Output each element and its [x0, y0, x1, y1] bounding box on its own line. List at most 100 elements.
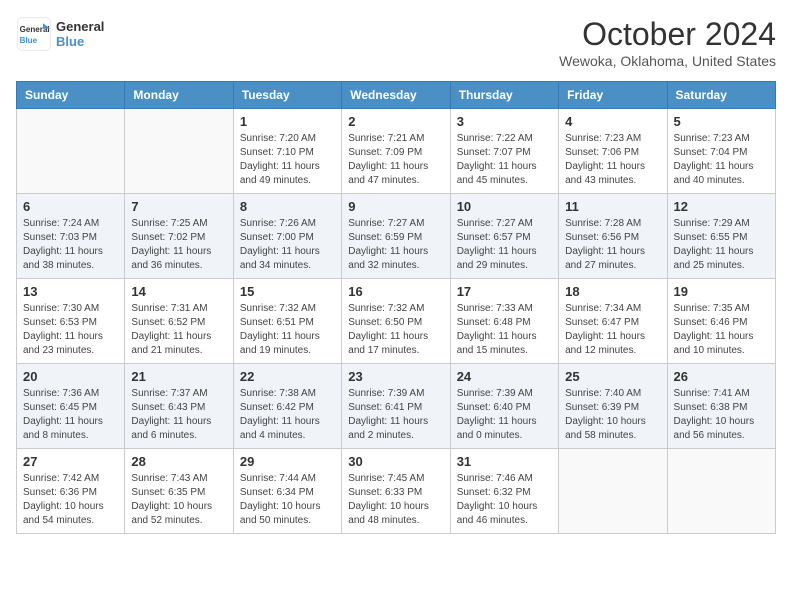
column-header-saturday: Saturday: [667, 82, 775, 109]
calendar-cell: 9 Sunrise: 7:27 AMSunset: 6:59 PMDaylight…: [342, 194, 450, 279]
day-number: 25: [565, 369, 660, 384]
day-number: 8: [240, 199, 335, 214]
calendar-cell: 29Sunrise: 7:44 AMSunset: 6:34 PMDayligh…: [233, 449, 341, 534]
day-number: 2: [348, 114, 443, 129]
day-number: 17: [457, 284, 552, 299]
day-info: Sunrise: 7:38 AMSunset: 6:42 PMDaylight:…: [240, 387, 335, 443]
calendar-cell: 1Sunrise: 7:20 AMSunset: 7:10 PMDaylight…: [233, 109, 341, 194]
logo-icon: General Blue: [16, 16, 52, 52]
day-info: Sunrise: 7:27 AMSunset: 6:57 PMDaylight:…: [457, 217, 552, 273]
day-info: Sunrise: 7:27 AMSunset: 6:59 PMDaylight:…: [348, 217, 443, 273]
day-number: 16: [348, 284, 443, 299]
column-header-friday: Friday: [559, 82, 667, 109]
calendar-cell: 31 Sunrise: 7:46 AMSunset: 6:32 PMDayligh…: [450, 449, 558, 534]
day-number: 21: [131, 369, 226, 384]
day-info: Sunrise: 7:42 AMSunset: 6:36 PMDaylight:…: [23, 472, 118, 528]
day-number: 6: [23, 199, 118, 214]
calendar-week-row: 13 Sunrise: 7:30 AMSunset: 6:53 PMDayligh…: [17, 279, 776, 364]
calendar-week-row: 27 Sunrise: 7:42 AMSunset: 6:36 PMDayligh…: [17, 449, 776, 534]
calendar-cell: 21 Sunrise: 7:37 AMSunset: 6:43 PMDayligh…: [125, 364, 233, 449]
column-header-wednesday: Wednesday: [342, 82, 450, 109]
calendar-cell: 22 Sunrise: 7:38 AMSunset: 6:42 PMDayligh…: [233, 364, 341, 449]
day-number: 19: [674, 284, 769, 299]
day-info: Sunrise: 7:29 AMSunset: 6:55 PMDaylight:…: [674, 217, 769, 273]
day-info: Sunrise: 7:35 AMSunset: 6:46 PMDaylight:…: [674, 302, 769, 358]
day-number: 24: [457, 369, 552, 384]
calendar-cell: 18 Sunrise: 7:34 AMSunset: 6:47 PMDayligh…: [559, 279, 667, 364]
day-number: 18: [565, 284, 660, 299]
calendar-cell: 12 Sunrise: 7:29 AMSunset: 6:55 PMDayligh…: [667, 194, 775, 279]
column-header-monday: Monday: [125, 82, 233, 109]
location: Wewoka, Oklahoma, United States: [559, 53, 776, 69]
calendar-cell: 20 Sunrise: 7:36 AMSunset: 6:45 PMDayligh…: [17, 364, 125, 449]
day-info: Sunrise: 7:39 AMSunset: 6:40 PMDaylight:…: [457, 387, 552, 443]
day-number: 10: [457, 199, 552, 214]
column-header-thursday: Thursday: [450, 82, 558, 109]
day-info: Sunrise: 7:30 AMSunset: 6:53 PMDaylight:…: [23, 302, 118, 358]
day-number: 30: [348, 454, 443, 469]
day-info: Sunrise: 7:20 AMSunset: 7:10 PMDaylight:…: [240, 132, 335, 188]
day-number: 9: [348, 199, 443, 214]
day-info: Sunrise: 7:33 AMSunset: 6:48 PMDaylight:…: [457, 302, 552, 358]
day-info: Sunrise: 7:32 AMSunset: 6:50 PMDaylight:…: [348, 302, 443, 358]
day-number: 13: [23, 284, 118, 299]
day-info: Sunrise: 7:26 AMSunset: 7:00 PMDaylight:…: [240, 217, 335, 273]
calendar-cell: 26 Sunrise: 7:41 AMSunset: 6:38 PMDayligh…: [667, 364, 775, 449]
calendar-cell: 6 Sunrise: 7:24 AMSunset: 7:03 PMDaylight…: [17, 194, 125, 279]
day-info: Sunrise: 7:23 AMSunset: 7:06 PMDaylight:…: [565, 132, 660, 188]
day-number: 14: [131, 284, 226, 299]
day-info: Sunrise: 7:25 AMSunset: 7:02 PMDaylight:…: [131, 217, 226, 273]
calendar-week-row: 20 Sunrise: 7:36 AMSunset: 6:45 PMDayligh…: [17, 364, 776, 449]
day-number: 20: [23, 369, 118, 384]
calendar-cell: 7 Sunrise: 7:25 AMSunset: 7:02 PMDaylight…: [125, 194, 233, 279]
calendar-cell: 2 Sunrise: 7:21 AMSunset: 7:09 PMDaylight…: [342, 109, 450, 194]
day-number: 5: [674, 114, 769, 129]
day-info: Sunrise: 7:45 AMSunset: 6:33 PMDaylight:…: [348, 472, 443, 528]
day-info: Sunrise: 7:40 AMSunset: 6:39 PMDaylight:…: [565, 387, 660, 443]
calendar-cell: 3Sunrise: 7:22 AMSunset: 7:07 PMDaylight…: [450, 109, 558, 194]
calendar-cell: [17, 109, 125, 194]
calendar-cell: 11 Sunrise: 7:28 AMSunset: 6:56 PMDayligh…: [559, 194, 667, 279]
day-info: Sunrise: 7:46 AMSunset: 6:32 PMDaylight:…: [457, 472, 552, 528]
day-info: Sunrise: 7:41 AMSunset: 6:38 PMDaylight:…: [674, 387, 769, 443]
calendar-cell: [559, 449, 667, 534]
calendar-cell: 4Sunrise: 7:23 AMSunset: 7:06 PMDaylight…: [559, 109, 667, 194]
day-info: Sunrise: 7:24 AMSunset: 7:03 PMDaylight:…: [23, 217, 118, 273]
calendar-cell: [125, 109, 233, 194]
calendar-cell: 15Sunrise: 7:32 AMSunset: 6:51 PMDayligh…: [233, 279, 341, 364]
calendar-cell: 10 Sunrise: 7:27 AMSunset: 6:57 PMDayligh…: [450, 194, 558, 279]
day-number: 31: [457, 454, 552, 469]
svg-text:Blue: Blue: [20, 36, 38, 45]
day-info: Sunrise: 7:21 AMSunset: 7:09 PMDaylight:…: [348, 132, 443, 188]
page-header: General Blue General Blue October 2024 W…: [16, 16, 776, 69]
calendar-cell: 28Sunrise: 7:43 AMSunset: 6:35 PMDayligh…: [125, 449, 233, 534]
day-number: 29: [240, 454, 335, 469]
day-info: Sunrise: 7:34 AMSunset: 6:47 PMDaylight:…: [565, 302, 660, 358]
calendar-cell: 24 Sunrise: 7:39 AMSunset: 6:40 PMDayligh…: [450, 364, 558, 449]
day-info: Sunrise: 7:43 AMSunset: 6:35 PMDaylight:…: [131, 472, 226, 528]
calendar-cell: 8 Sunrise: 7:26 AMSunset: 7:00 PMDaylight…: [233, 194, 341, 279]
column-header-tuesday: Tuesday: [233, 82, 341, 109]
day-number: 12: [674, 199, 769, 214]
calendar-cell: 27 Sunrise: 7:42 AMSunset: 6:36 PMDayligh…: [17, 449, 125, 534]
day-info: Sunrise: 7:31 AMSunset: 6:52 PMDaylight:…: [131, 302, 226, 358]
day-info: Sunrise: 7:23 AMSunset: 7:04 PMDaylight:…: [674, 132, 769, 188]
day-number: 7: [131, 199, 226, 214]
calendar-cell: 16 Sunrise: 7:32 AMSunset: 6:50 PMDayligh…: [342, 279, 450, 364]
day-number: 22: [240, 369, 335, 384]
day-info: Sunrise: 7:37 AMSunset: 6:43 PMDaylight:…: [131, 387, 226, 443]
day-info: Sunrise: 7:32 AMSunset: 6:51 PMDaylight:…: [240, 302, 335, 358]
day-info: Sunrise: 7:28 AMSunset: 6:56 PMDaylight:…: [565, 217, 660, 273]
calendar-cell: 17 Sunrise: 7:33 AMSunset: 6:48 PMDayligh…: [450, 279, 558, 364]
calendar-cell: 5 Sunrise: 7:23 AMSunset: 7:04 PMDaylight…: [667, 109, 775, 194]
calendar-table: SundayMondayTuesdayWednesdayThursdayFrid…: [16, 81, 776, 534]
day-number: 3: [457, 114, 552, 129]
day-number: 11: [565, 199, 660, 214]
column-header-sunday: Sunday: [17, 82, 125, 109]
calendar-week-row: 6 Sunrise: 7:24 AMSunset: 7:03 PMDaylight…: [17, 194, 776, 279]
day-info: Sunrise: 7:36 AMSunset: 6:45 PMDaylight:…: [23, 387, 118, 443]
calendar-cell: 13 Sunrise: 7:30 AMSunset: 6:53 PMDayligh…: [17, 279, 125, 364]
day-number: 26: [674, 369, 769, 384]
day-number: 27: [23, 454, 118, 469]
calendar-cell: 14 Sunrise: 7:31 AMSunset: 6:52 PMDayligh…: [125, 279, 233, 364]
